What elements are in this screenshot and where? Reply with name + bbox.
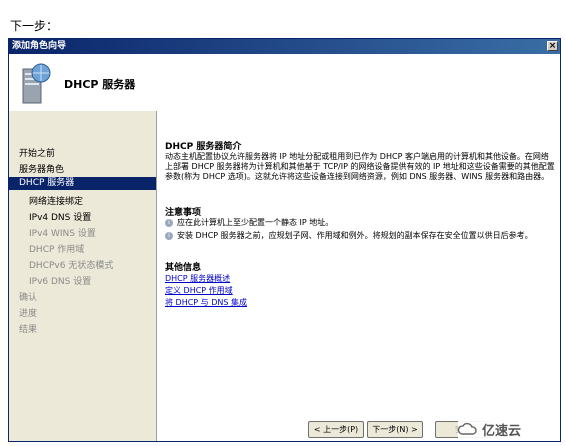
note-item: i 应在此计算机上至少配置一个静态 IP 地址。 [165, 218, 555, 228]
header-title: DHCP 服务器 [64, 78, 136, 91]
window-title: 添加角色向导 [12, 41, 67, 51]
window-titlebar: 添加角色向导 × [9, 39, 560, 54]
info-icon: i [165, 232, 173, 240]
sidebar-item-dhcp-server[interactable]: DHCP 服务器 [9, 177, 156, 190]
link-dhcp-overview[interactable]: DHCP 服务器概述 [165, 273, 230, 284]
sidebar-item-confirmation: 确认 [19, 293, 38, 303]
note-text: 应在此计算机上至少配置一个静态 IP 地址。 [177, 218, 334, 227]
cloud-logo-icon [458, 422, 477, 435]
watermark: 亿速云 [458, 418, 558, 440]
note-text: 安装 DHCP 服务器之前，应规划子网、作用域和例外。将规划的副本保存在安全位置… [177, 231, 533, 240]
info-heading: 其他信息 [165, 263, 202, 273]
wizard-content-pane: DHCP 服务器简介 动态主机配置协议允许服务器将 IP 地址分配或租用到已作为… [156, 111, 560, 441]
wizard-header: DHCP 服务器 [9, 54, 560, 112]
link-define-scopes[interactable]: 定义 DHCP 作用域 [165, 285, 233, 296]
link-dns-integration[interactable]: 将 DHCP 与 DNS 集成 [165, 297, 247, 308]
back-button[interactable]: < 上一步(P) [308, 421, 364, 438]
sidebar-item-results: 结果 [19, 325, 38, 335]
sidebar-item-server-roles[interactable]: 服务器角色 [19, 162, 64, 175]
next-button[interactable]: 下一步(N) > [367, 421, 423, 438]
note-item: i 安装 DHCP 服务器之前，应规划子网、作用域和例外。将规划的副本保存在安全… [165, 231, 555, 241]
sidebar-item-dhcpv6-stateless: DHCPv6 无状态模式 [29, 261, 114, 271]
close-button[interactable]: × [547, 41, 558, 51]
sidebar-item-progress: 进度 [19, 309, 38, 319]
notes-heading: 注意事项 [165, 208, 202, 218]
page-caption: 下一步： [10, 19, 59, 33]
server-role-icon [22, 63, 51, 104]
intro-text: 动态主机配置协议允许服务器将 IP 地址分配或租用到已作为 DHCP 客户端启用… [165, 152, 555, 181]
sidebar-item-network-bindings[interactable]: 网络连接绑定 [29, 194, 83, 207]
sidebar-item-ipv4-dns[interactable]: IPv4 DNS 设置 [29, 210, 91, 223]
add-roles-wizard-window: 添加角色向导 × DHCP 服务器 开始之前 服务器角色 DHCP 服务器 网络… [8, 38, 561, 442]
intro-heading: DHCP 服务器简介 [165, 142, 242, 152]
sidebar-item-before-you-begin[interactable]: 开始之前 [19, 146, 55, 159]
info-icon: i [165, 219, 173, 227]
sidebar-item-ipv6-dns: IPv6 DNS 设置 [29, 277, 92, 287]
sidebar-item-dhcp-scopes: DHCP 作用域 [29, 245, 85, 255]
watermark-text: 亿速云 [482, 423, 522, 439]
sidebar-item-ipv4-wins: IPv4 WINS 设置 [29, 229, 96, 239]
wizard-steps-sidebar: 开始之前 服务器角色 DHCP 服务器 网络连接绑定 IPv4 DNS 设置 I… [9, 111, 156, 441]
